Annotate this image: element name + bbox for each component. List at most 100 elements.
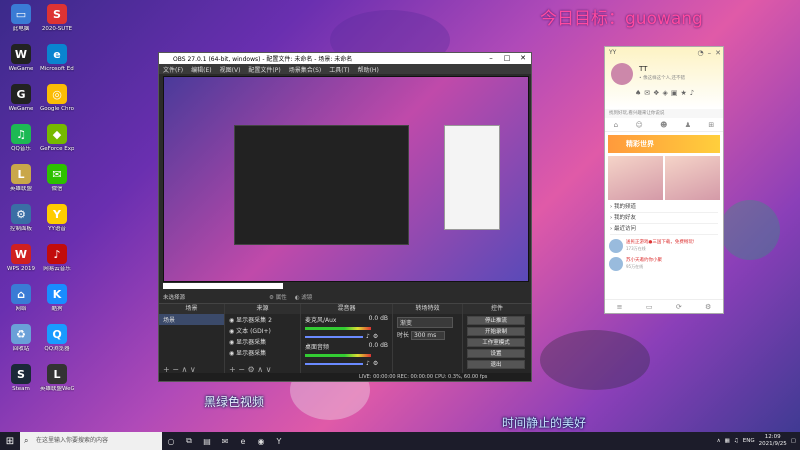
desktop-icon[interactable]: ◆ GeForce Experience (40, 124, 74, 162)
maximize-icon[interactable]: □ (499, 53, 515, 64)
desktop-icon[interactable]: ◎ Google Chrome (40, 84, 74, 122)
eye-icon[interactable]: ◉ (229, 339, 234, 346)
obs-titlebar[interactable]: OBS 27.0.1 (64-bit, windows) - 配置文件: 未命名… (159, 53, 531, 64)
game-icon[interactable]: ♠ (635, 89, 641, 97)
eye-icon[interactable]: ◉ (229, 328, 234, 335)
clock[interactable]: 12:09 2021/9/25 (759, 434, 787, 448)
taskview-icon[interactable]: ⧉ (180, 432, 198, 450)
close-icon[interactable]: ✕ (515, 53, 531, 64)
contacts-icon[interactable]: ☺ (635, 121, 642, 129)
desktop-icon[interactable]: ▭ 此电脑 (4, 4, 38, 42)
yy-list-item[interactable]: › 最近访问 (610, 224, 718, 235)
desktop-icon[interactable]: W WPS 2019 (4, 244, 38, 282)
yy-search-input[interactable]: 找到好玩,看兴趣来让你说说 (605, 109, 723, 118)
group-icon[interactable]: ♟ (685, 121, 691, 129)
chevron-up-icon[interactable]: ∧ (717, 438, 721, 444)
vip-icon[interactable]: ◈ (662, 89, 667, 97)
control-button[interactable]: 工作室模式 (467, 338, 525, 347)
avatar[interactable] (611, 63, 633, 85)
star-icon[interactable]: ★ (680, 89, 686, 97)
edge-icon[interactable]: e (234, 432, 252, 450)
yy-promo-banner[interactable]: 精彩世界 (608, 135, 720, 153)
mail-icon[interactable]: ✉ (644, 89, 650, 97)
control-button[interactable]: 设置 (467, 349, 525, 358)
gear-icon[interactable]: ⚙ (373, 333, 378, 340)
desktop-icon[interactable]: Q QQ浏览器 (40, 324, 74, 362)
desktop-icon[interactable]: S 2020-SUTE (40, 4, 74, 42)
language-indicator[interactable]: ENG (743, 438, 755, 444)
apps-icon[interactable]: ⊞ (708, 121, 714, 129)
refresh-icon[interactable]: ⟳ (676, 303, 682, 311)
desktop-icon[interactable]: K 酷狗 (40, 284, 74, 322)
properties-button[interactable]: ⚙ 属性 (269, 293, 287, 301)
minimize-icon[interactable]: – (708, 49, 712, 57)
desktop-icon[interactable]: Y YY语音 (40, 204, 74, 242)
network-icon[interactable]: ▦ (725, 438, 730, 444)
thumbnail[interactable] (665, 156, 720, 200)
desktop-icon[interactable]: W WeGame (4, 44, 38, 82)
obs-menu-item[interactable]: 视图(V) (220, 65, 241, 74)
notification-icon[interactable]: ▢ (791, 438, 796, 444)
desktop-icon[interactable]: ♫ QQ音乐 (4, 124, 38, 162)
menu-icon[interactable]: ≡ (617, 303, 623, 311)
eye-icon[interactable]: ◉ (229, 350, 234, 357)
mail-icon[interactable]: ✉ (216, 432, 234, 450)
volume-slider[interactable] (305, 335, 363, 338)
obs-preview[interactable] (163, 76, 529, 282)
desktop-icon[interactable]: G WeGame (4, 84, 38, 122)
duration-input[interactable]: 300 ms (410, 331, 445, 340)
file-explorer-icon[interactable]: ▤ (198, 432, 216, 450)
gift-icon[interactable]: ❖ (653, 89, 659, 97)
scene-item[interactable]: 场景 (159, 314, 224, 325)
yy-icon[interactable]: Y (270, 432, 288, 450)
desktop-icon[interactable]: ♻ 回收站 (4, 324, 38, 362)
transition-select[interactable]: 渐变 (397, 317, 453, 328)
obs-menu-item[interactable]: 工具(T) (329, 65, 349, 74)
obs-menu-item[interactable]: 场景集合(S) (289, 65, 322, 74)
source-item[interactable]: ◉ 显示器采集 2 (225, 314, 300, 325)
filters-button[interactable]: ◐ 滤镜 (295, 293, 313, 301)
source-item[interactable]: ◉ 显示器采集 (225, 347, 300, 358)
desktop-icon[interactable]: e Microsoft Edge (40, 44, 74, 82)
yy-signature[interactable]: • 像这样这个人,还不错 (639, 75, 685, 81)
source-item[interactable]: ◉ 显示器采集 (225, 336, 300, 347)
taskbar-search-input[interactable]: ⌕ 在这里输入你要搜索的内容 (20, 432, 162, 450)
desktop-icon[interactable]: ✉ 微信 (40, 164, 74, 202)
desktop-icon[interactable]: L 英雄联盟WeGame (40, 364, 74, 402)
control-button[interactable]: 停止推流 (467, 316, 525, 325)
desktop-icon[interactable]: L 英雄联盟 (4, 164, 38, 202)
friends-icon[interactable]: ☻ (660, 121, 667, 129)
desktop-icon[interactable]: ♪ 网易云音乐 (40, 244, 74, 282)
shop-icon[interactable]: ▣ (671, 89, 678, 97)
close-icon[interactable]: ✕ (715, 49, 721, 57)
eye-icon[interactable]: ◉ (229, 317, 234, 324)
yy-window[interactable]: YY ◔ – ✕ TT • 像这样这个人,还不错 ♠ ✉ ❖ ◈ ▣ ★ ♪ 找到好玩,看兴… (604, 46, 724, 314)
speaker-icon[interactable]: ♪ (366, 333, 370, 340)
obs-menu-item[interactable]: 帮助(H) (358, 65, 379, 74)
settings-icon[interactable]: ⚙ (705, 303, 711, 311)
obs-menu-item[interactable]: 配置文件(P) (248, 65, 280, 74)
desktop-icon[interactable]: ⌂ 网络 (4, 284, 38, 322)
volume-icon[interactable]: ♫ (734, 438, 739, 444)
desktop-icon[interactable]: S Steam (4, 364, 38, 402)
thumbnail[interactable] (608, 156, 663, 200)
yy-list-item[interactable]: › 我的频道 (610, 202, 718, 213)
yy-skin-icon[interactable]: ◔ (698, 49, 704, 57)
obs-menu-item[interactable]: 文件(F) (163, 65, 183, 74)
volume-slider[interactable] (305, 362, 363, 365)
gear-icon[interactable]: ⚙ (373, 360, 378, 367)
minimize-icon[interactable]: – (483, 53, 499, 64)
control-button[interactable]: 开始录制 (467, 327, 525, 336)
yy-recent-item[interactable]: 送民正游戏●三国下载，免费畅玩! 173万在线 (605, 237, 723, 255)
source-item[interactable]: ◉ 文本 (GDI+) (225, 325, 300, 336)
obs-menu-item[interactable]: 编辑(E) (191, 65, 211, 74)
desktop-icon[interactable]: ⚙ 控制面板 (4, 204, 38, 242)
speaker-icon[interactable]: ♪ (366, 360, 370, 367)
control-button[interactable]: 退出 (467, 360, 525, 369)
monitor-icon[interactable]: ▭ (646, 303, 653, 311)
task-view-icon[interactable]: ○ (162, 432, 180, 450)
yy-recent-item[interactable]: 苏小天邀约你小聚 95万在线 (605, 255, 723, 273)
windows-start-icon[interactable]: ⊞ (0, 432, 20, 450)
obs-window[interactable]: OBS 27.0.1 (64-bit, windows) - 配置文件: 未命名… (158, 52, 532, 382)
bell-icon[interactable]: ♪ (690, 89, 694, 97)
